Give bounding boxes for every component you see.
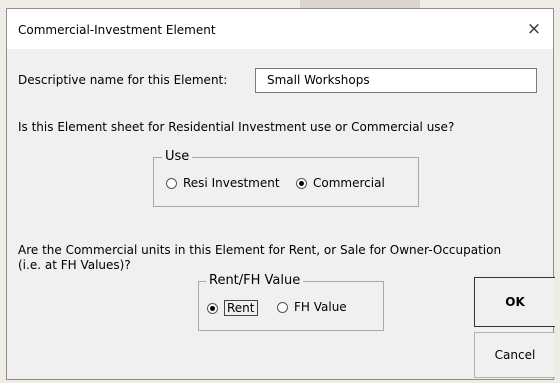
radio-fh-value-label: FH Value bbox=[294, 300, 347, 314]
rent-question-line1: Are the Commercial units in this Element… bbox=[18, 243, 502, 257]
use-question: Is this Element sheet for Residential In… bbox=[18, 120, 455, 134]
name-label: Descriptive name for this Element: bbox=[18, 73, 228, 87]
dialog-title: Commercial-Investment Element bbox=[18, 23, 216, 37]
rent-fh-group-legend: Rent/FH Value bbox=[206, 273, 304, 288]
radio-unselected-icon bbox=[166, 177, 177, 189]
background-strip bbox=[300, 0, 420, 8]
radio-rent-label: Rent bbox=[224, 300, 258, 316]
radio-commercial-label: Commercial bbox=[313, 176, 385, 190]
title-bar: Commercial-Investment Element × bbox=[7, 9, 553, 49]
commercial-investment-dialog: Commercial-Investment Element × Descript… bbox=[6, 8, 555, 380]
close-icon[interactable]: × bbox=[521, 17, 547, 41]
use-group: Use Resi Investment Commercial bbox=[153, 149, 419, 207]
radio-fh-value[interactable]: FH Value bbox=[277, 300, 347, 314]
radio-commercial[interactable]: Commercial bbox=[296, 176, 385, 190]
radio-selected-icon bbox=[296, 177, 307, 189]
radio-resi-investment-label: Resi Investment bbox=[183, 176, 280, 190]
radio-unselected-icon bbox=[277, 301, 288, 313]
element-name-input[interactable]: Small Workshops bbox=[255, 68, 537, 93]
radio-resi-investment[interactable]: Resi Investment bbox=[166, 176, 280, 190]
ok-button[interactable]: OK bbox=[474, 277, 555, 327]
radio-selected-icon bbox=[207, 302, 218, 314]
rent-fh-group: Rent/FH Value Rent FH Value bbox=[198, 273, 384, 331]
use-group-legend: Use bbox=[162, 149, 193, 164]
cancel-button[interactable]: Cancel bbox=[474, 332, 555, 378]
radio-rent[interactable]: Rent bbox=[207, 300, 258, 316]
rent-question-line2: (i.e. at FH Values)? bbox=[18, 258, 131, 272]
